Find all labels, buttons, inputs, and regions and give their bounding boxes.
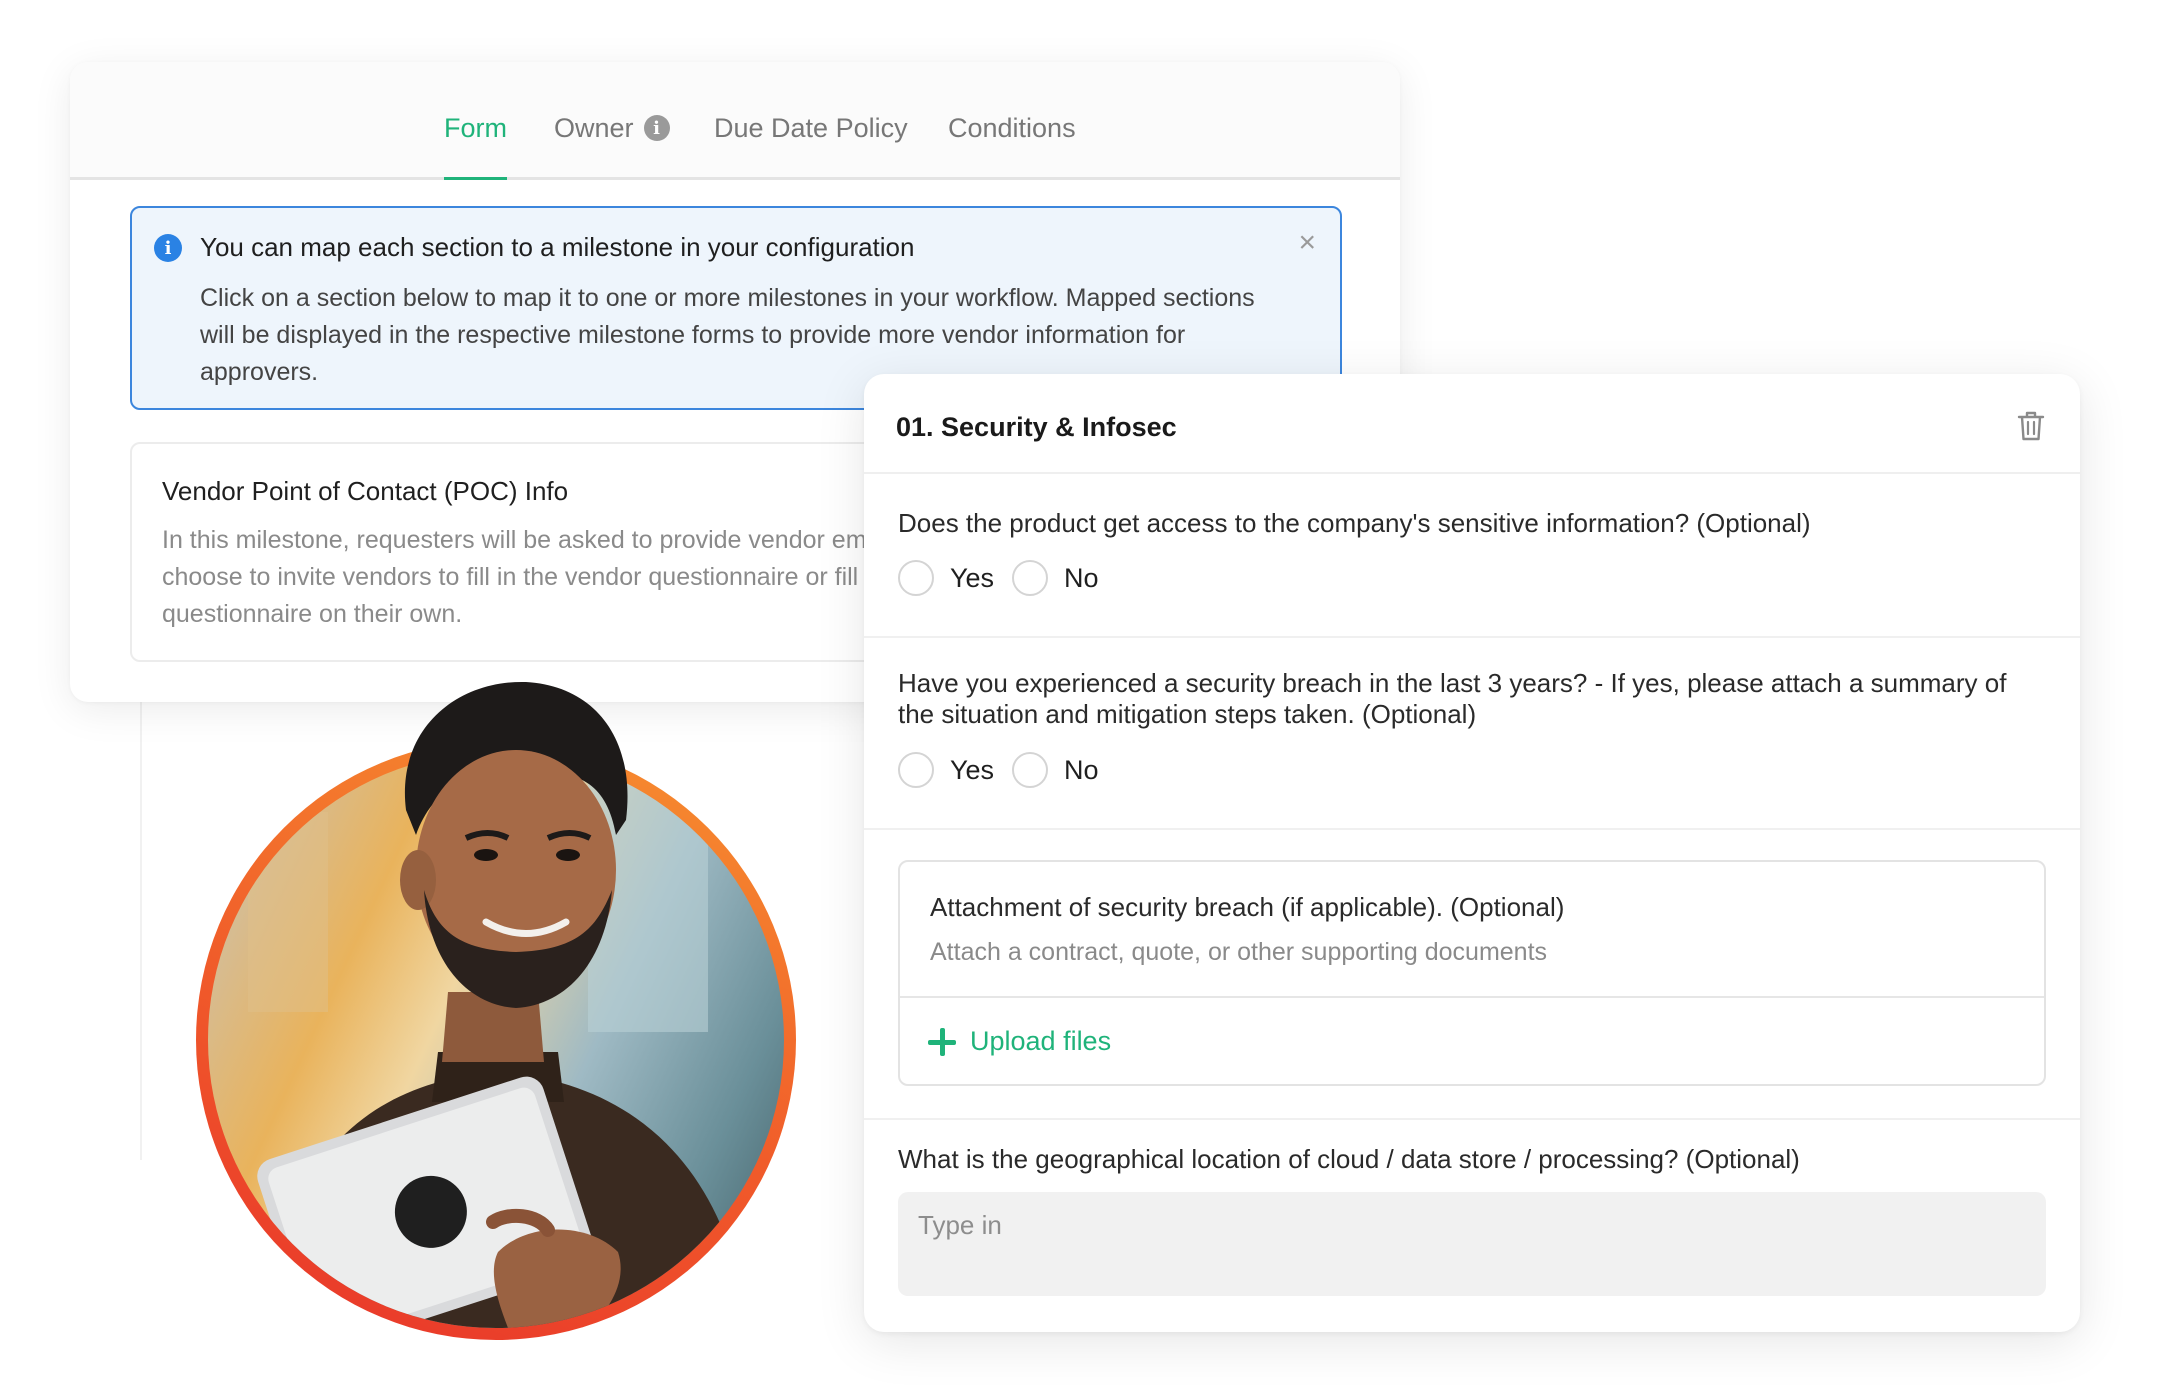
divider — [864, 636, 2080, 638]
active-tab-indicator — [444, 177, 507, 180]
attachment-title: Attachment of security breach (if applic… — [930, 892, 1565, 922]
trash-icon[interactable] — [2016, 410, 2046, 442]
radio-yes[interactable] — [898, 752, 934, 788]
upload-files-button[interactable]: Upload files — [928, 1026, 1111, 1057]
radio-group-q2: Yes No — [898, 752, 1117, 788]
radio-label-yes: Yes — [950, 562, 995, 593]
attachment-field: Attachment of security breach (if applic… — [898, 860, 2046, 1086]
upload-files-label: Upload files — [970, 1026, 1112, 1056]
tab-label: Due Date Policy — [714, 112, 908, 143]
section-header: 01. Security & Infosec — [864, 374, 2080, 474]
attachment-subtitle: Attach a contract, quote, or other suppo… — [930, 938, 1548, 966]
person-photo — [196, 660, 806, 1340]
question-geo-location: What is the geographical location of clo… — [898, 1144, 1800, 1174]
geo-location-input[interactable] — [898, 1192, 2046, 1296]
tab-label: Conditions — [948, 112, 1076, 143]
close-icon[interactable]: × — [1298, 226, 1316, 260]
plus-icon — [928, 1027, 956, 1056]
tab-bar: Form Owner i Due Date Policy Conditions — [70, 62, 1400, 180]
radio-label-no: No — [1064, 754, 1099, 785]
radio-no[interactable] — [1012, 752, 1049, 788]
tab-label: Form — [444, 112, 507, 143]
section-title: 01. Security & Infosec — [896, 412, 1177, 442]
radio-label-yes: Yes — [950, 754, 995, 785]
guide-line — [140, 700, 142, 1160]
person-head — [400, 681, 628, 1008]
tab-conditions[interactable]: Conditions — [948, 108, 1076, 148]
section-title: Vendor Point of Contact (POC) Info — [162, 476, 569, 506]
radio-yes[interactable] — [898, 560, 934, 596]
info-icon: i — [154, 234, 182, 262]
divider — [864, 828, 2080, 830]
info-icon[interactable]: i — [643, 115, 670, 141]
radio-label-no: No — [1064, 562, 1099, 593]
divider — [864, 1118, 2080, 1120]
banner-title: You can map each section to a milestone … — [200, 232, 915, 262]
radio-group-q1: Yes No — [898, 560, 1117, 596]
tab-form[interactable]: Form — [444, 108, 507, 180]
tab-label: Owner — [554, 112, 634, 143]
question-sensitive-info: Does the product get access to the compa… — [898, 508, 1811, 538]
tab-owner[interactable]: Owner i — [554, 108, 670, 148]
section-card-security-infosec: 01. Security & Infosec Does the product … — [864, 374, 2080, 1332]
divider — [900, 996, 2044, 998]
question-security-breach: Have you experienced a security breach i… — [898, 668, 2007, 729]
tab-due-date-policy[interactable]: Due Date Policy — [714, 108, 908, 148]
radio-no[interactable] — [1012, 560, 1049, 596]
